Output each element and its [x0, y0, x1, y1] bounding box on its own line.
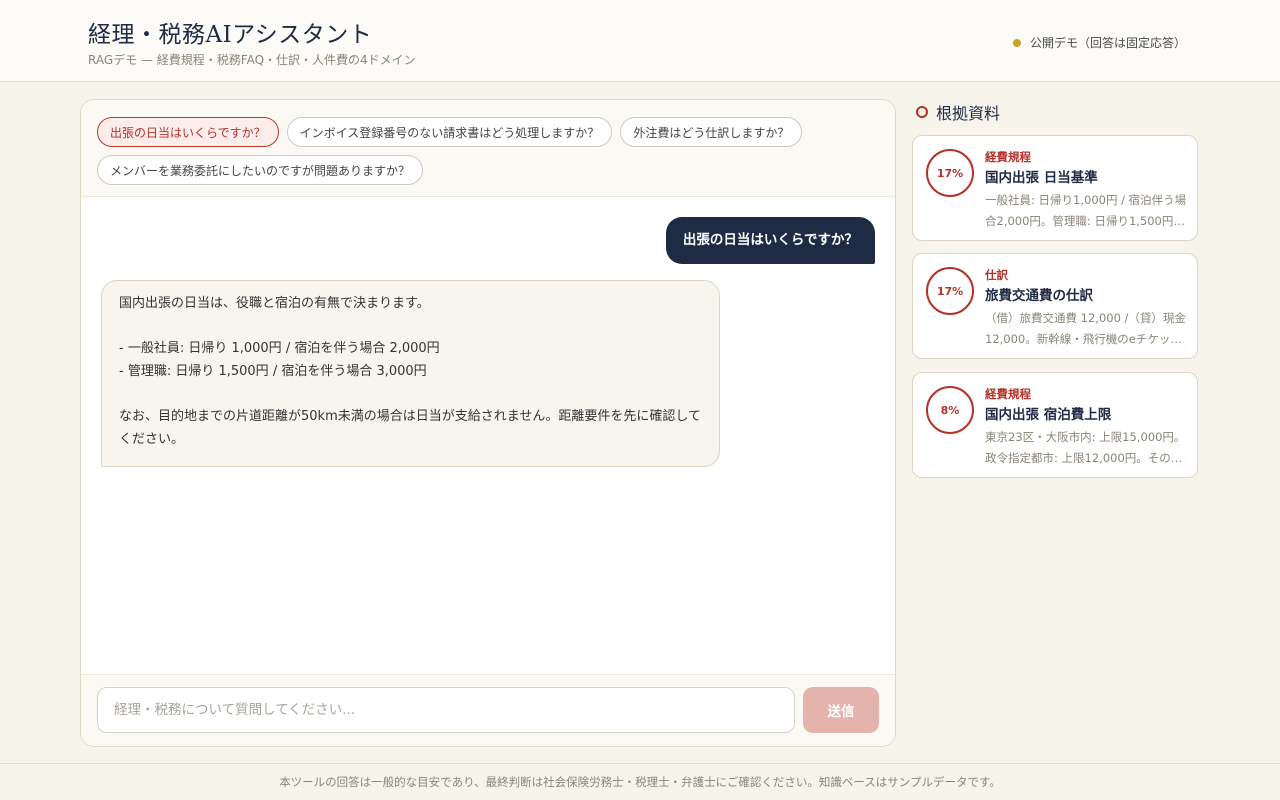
source-card[interactable]: 17% 経費規程 国内出張 日当基準 一般社員: 日帰り1,000円 / 宿泊伴… [912, 135, 1198, 241]
source-snippet: 東京23区・大阪市内: 上限15,000円。政令指定都市: 上限12,000円。… [985, 430, 1186, 465]
suggested-questions: 出張の日当はいくらですか？ インボイス登録番号のない請求書はどう処理しますか？ … [81, 100, 895, 197]
demo-status-badge: 公開デモ（回答は固定応答） [1012, 34, 1186, 51]
status-dot-icon [1012, 38, 1021, 47]
sources-heading-label: 根拠資料 [936, 104, 1001, 123]
suggestion-chip[interactable]: インボイス登録番号のない請求書はどう処理しますか？ [286, 117, 613, 147]
assistant-message-line: 国内出張の日当は、役職と宿泊の有無で決まります。 [119, 296, 430, 311]
app-subtitle: RAGデモ — 経費規程・税務FAQ・仕訳・人件費の4ドメイン [88, 53, 416, 67]
question-input[interactable] [97, 687, 795, 733]
source-title: 旅費交通費の仕訳 [985, 288, 1093, 304]
suggestion-chip[interactable]: 外注費はどう仕訳しますか？ [620, 117, 803, 147]
assistant-message-line: - 管理職: 日帰り 1,500円 / 宿泊を伴う場合 3,000円 [119, 364, 427, 380]
source-category: 仕訳 [985, 268, 1008, 282]
relevance-score: 8% [926, 386, 974, 434]
source-title: 国内出張 日当基準 [985, 170, 1098, 186]
ring-icon [916, 106, 928, 118]
relevance-score: 17% [926, 149, 974, 197]
source-card[interactable]: 8% 経費規程 国内出張 宿泊費上限 東京23区・大阪市内: 上限15,000円… [912, 372, 1198, 478]
user-message-bubble: 出張の日当はいくらですか？ [665, 217, 875, 264]
assistant-message-bubble: 国内出張の日当は、役職と宿泊の有無で決まります。 - 一般社員: 日帰り 1,0… [101, 280, 720, 467]
relevance-score: 17% [926, 267, 974, 315]
source-category: 経費規程 [985, 387, 1031, 401]
source-snippet: （借）旅費交通費 12,000 /（貸）現金 12,000。新幹線・飛行機のeチ… [985, 311, 1186, 346]
chat-panel: 出張の日当はいくらですか？ インボイス登録番号のない請求書はどう処理しますか？ … [80, 99, 896, 747]
assistant-message-line: - 一般社員: 日帰り 1,000円 / 宿泊を伴う場合 2,000円 [119, 341, 440, 357]
source-category: 経費規程 [985, 150, 1031, 164]
source-snippet: 一般社員: 日帰り1,000円 / 宿泊伴う場合2,000円。管理職: 日帰り1… [985, 193, 1187, 228]
demo-status-label: 公開デモ（回答は固定応答） [1029, 36, 1186, 50]
assistant-message-line: なお、目的地までの片道距離が50km未満の場合は日当が支給されません。距離要件を… [119, 409, 701, 448]
suggestion-chip[interactable]: メンバーを業務委託にしたいのですが問題ありますか？ [97, 155, 424, 185]
source-card[interactable]: 17% 仕訳 旅費交通費の仕訳 （借）旅費交通費 12,000 /（貸）現金 1… [912, 253, 1198, 359]
app-header: 経理・税務AIアシスタント RAGデモ — 経費規程・税務FAQ・仕訳・人件費の… [0, 0, 1280, 82]
disclaimer-footer: 本ツールの回答は一般的な目安であり、最終判断は社会保険労務士・税理士・弁護士にご… [0, 763, 1280, 800]
send-button[interactable]: 送信 [803, 687, 879, 733]
source-title: 国内出張 宿泊費上限 [985, 407, 1112, 423]
message-input-bar: 送信 [81, 674, 895, 746]
sources-heading: 根拠資料 [916, 100, 1000, 124]
app-title: 経理・税務AIアシスタント [88, 22, 373, 48]
suggestion-chip[interactable]: 出張の日当はいくらですか？ [97, 117, 279, 147]
